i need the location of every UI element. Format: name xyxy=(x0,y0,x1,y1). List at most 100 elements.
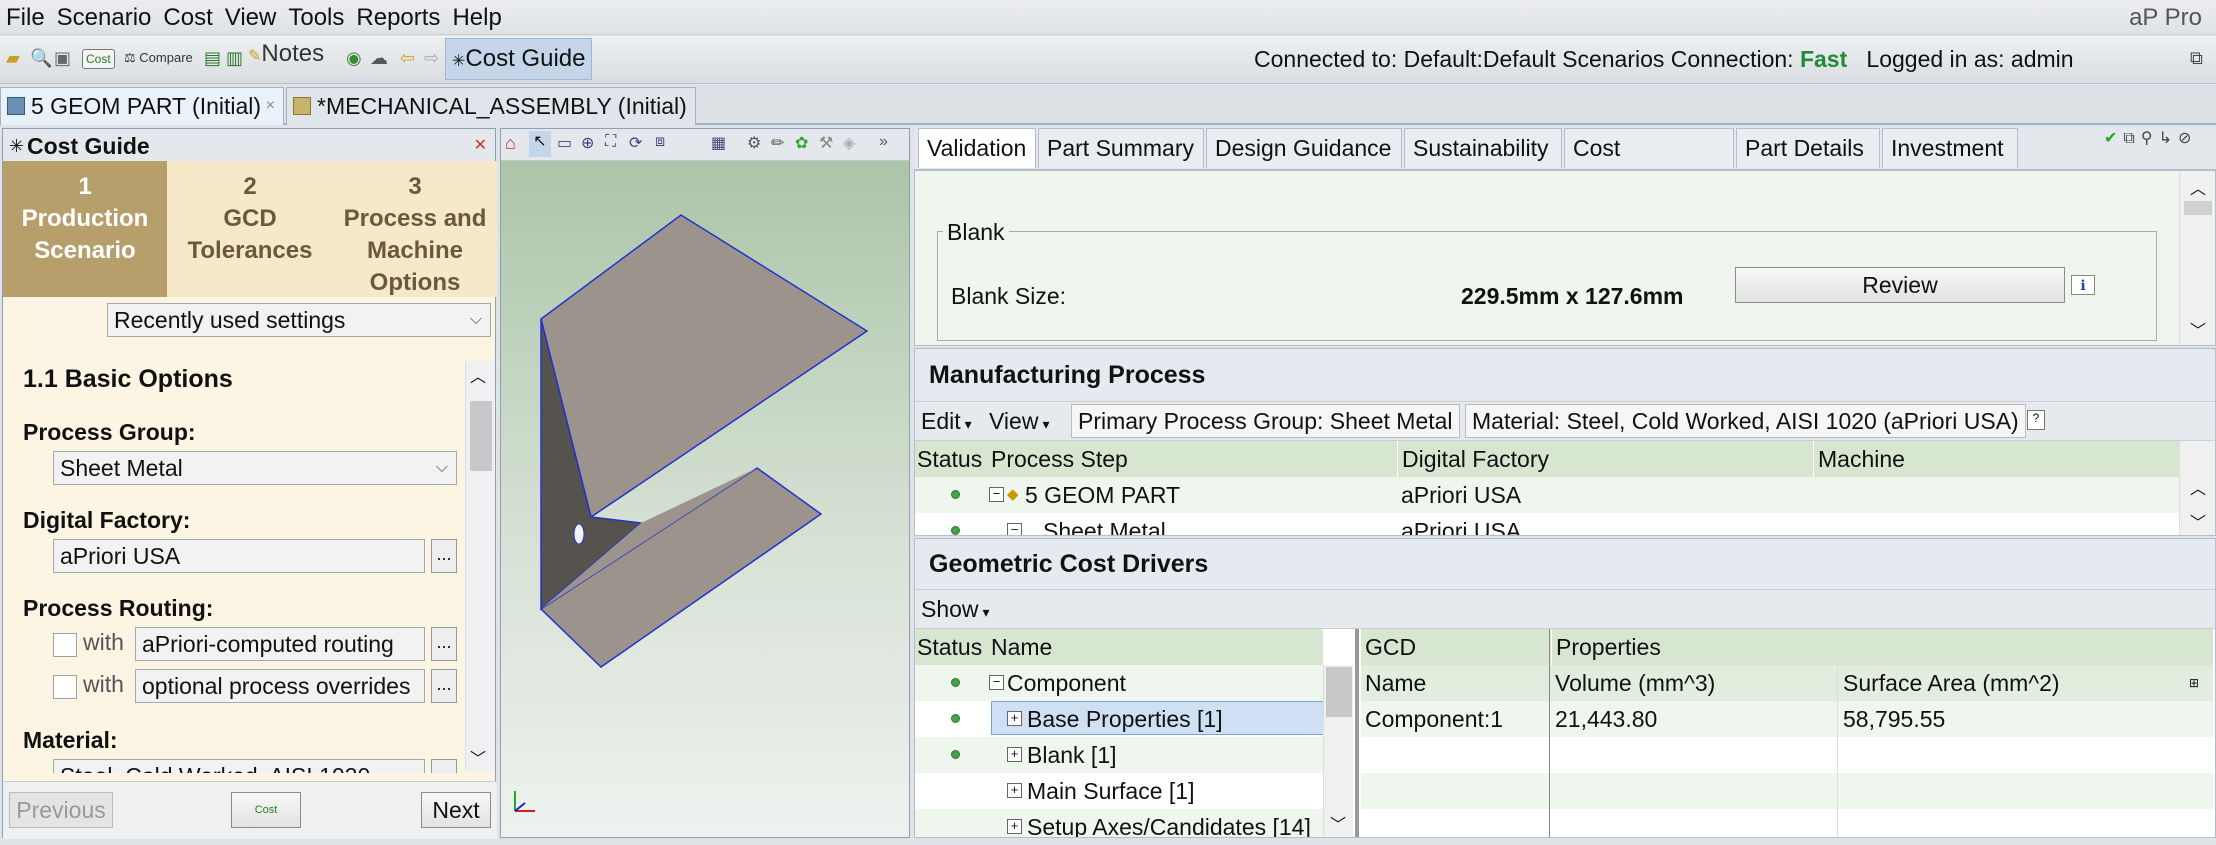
column-name[interactable]: Name xyxy=(1365,665,1426,701)
scroll-up-icon[interactable]: ︿ xyxy=(2190,175,2206,199)
view-menu[interactable]: View ▾ xyxy=(989,404,1049,441)
edit-menu[interactable]: Edit ▾ xyxy=(921,404,972,441)
collapse-icon[interactable]: − xyxy=(989,487,1004,502)
tab-mechanical-assembly[interactable]: *MECHANICAL_ASSEMBLY (Initial) xyxy=(286,87,696,125)
column-status[interactable]: Status xyxy=(917,441,982,477)
menu-help[interactable]: Help xyxy=(446,0,507,35)
measure-icon[interactable]: ✏ xyxy=(771,133,784,153)
table-row[interactable]: − ◆ 5 GEOM PART aPriori USA xyxy=(915,477,2179,513)
tab-design-guidance[interactable]: Design Guidance xyxy=(1206,128,1402,168)
overrides-browse-button[interactable]: ... xyxy=(431,669,457,703)
scroll-down-icon[interactable]: ﹀ xyxy=(1330,811,1346,835)
tab-sustainability[interactable]: Sustainability xyxy=(1404,128,1562,168)
report-icon[interactable]: ▤ xyxy=(204,46,221,70)
routing-field[interactable]: aPriori-computed routing xyxy=(135,627,425,661)
save-icon[interactable]: ▣ xyxy=(54,46,71,70)
material-field[interactable]: Steel, Cold Worked, AISI 1020 xyxy=(53,759,425,773)
material-selector[interactable]: Material: Steel, Cold Worked, AISI 1020 … xyxy=(1465,404,2026,438)
scroll-thumb[interactable] xyxy=(470,401,492,471)
check-icon[interactable]: ✔ xyxy=(2104,130,2123,147)
forward-arrow-icon[interactable]: ⇨ xyxy=(424,46,439,70)
column-process-step[interactable]: Process Step xyxy=(991,441,1128,477)
material-info-icon[interactable]: ? xyxy=(2027,410,2045,430)
fit-icon[interactable]: ⛶ xyxy=(605,133,616,151)
gcd-tree-scrollbar[interactable]: ﹀ xyxy=(1323,665,1353,837)
scroll-thumb[interactable] xyxy=(1326,667,1352,717)
step-process-machine[interactable]: 3 Process and Machine Options xyxy=(333,161,497,297)
manufacturing-scrollbar[interactable]: ︿ ﹀ xyxy=(2179,441,2215,535)
chart-icon[interactable]: ▥ xyxy=(226,46,243,70)
tool-icon[interactable]: ⚒ xyxy=(819,133,833,153)
column-name[interactable]: Name xyxy=(991,629,1052,665)
scroll-down-icon[interactable]: ﹀ xyxy=(470,745,486,769)
expand-icon[interactable]: + xyxy=(1007,819,1022,834)
column-digital-factory[interactable]: Digital Factory xyxy=(1397,441,1549,477)
material-browse-button[interactable]: ... xyxy=(431,759,457,773)
tab-cost-summary[interactable]: Cost Summary xyxy=(1564,128,1734,199)
info-icon[interactable]: ℹ xyxy=(2071,275,2095,295)
restore-icon[interactable]: ⧉ xyxy=(2123,130,2140,147)
search-icon[interactable]: 🔍 xyxy=(30,46,52,70)
primary-process-group[interactable]: Primary Process Group: Sheet Metal xyxy=(1071,404,1460,438)
pin-icon[interactable]: ⚲ xyxy=(2141,130,2159,147)
next-button[interactable]: Next xyxy=(421,792,491,828)
close-icon[interactable]: × xyxy=(266,88,275,124)
splitter[interactable] xyxy=(1355,629,1359,837)
step-production-scenario[interactable]: 1 Production Scenario xyxy=(3,161,167,297)
previous-button[interactable]: Previous xyxy=(9,792,113,828)
notes-button[interactable]: ✎Notes xyxy=(248,42,324,66)
scroll-down-icon[interactable]: ﹀ xyxy=(2190,509,2206,533)
rotate-icon[interactable]: ⟳ xyxy=(629,133,642,153)
display-icon[interactable]: ▦ xyxy=(711,133,726,153)
tab-validation[interactable]: Validation xyxy=(918,128,1036,168)
tree-row[interactable]: + Main Surface [1] xyxy=(915,773,1323,809)
scroll-down-icon[interactable]: ﹀ xyxy=(2190,317,2206,341)
collapse-icon[interactable]: − xyxy=(1007,523,1022,535)
section-icon[interactable]: ⚙ xyxy=(747,133,761,153)
view-orient-icon[interactable]: ⧈ xyxy=(655,133,665,151)
home-icon[interactable]: ⌂ xyxy=(505,133,516,154)
expand-icon[interactable]: + xyxy=(1007,711,1022,726)
column-status[interactable]: Status xyxy=(917,629,982,665)
column-properties[interactable]: Properties xyxy=(1551,629,1661,665)
select-icon[interactable]: ↖ xyxy=(529,131,551,157)
expand-icon[interactable]: + xyxy=(1007,783,1022,798)
hide-icon[interactable]: ◈ xyxy=(843,133,855,153)
cost-button[interactable]: Cost xyxy=(82,49,115,69)
menu-scenario[interactable]: Scenario xyxy=(51,0,158,35)
digital-factory-browse-button[interactable]: ... xyxy=(431,539,457,573)
cost-guide-scrollbar[interactable]: ︿ ﹀ xyxy=(465,361,495,771)
open-icon[interactable]: ▰ xyxy=(6,46,20,70)
column-machine[interactable]: Machine xyxy=(1813,441,1905,477)
maximize-icon[interactable]: ⊘ xyxy=(2178,130,2197,147)
zoom-icon[interactable]: ⊕ xyxy=(581,133,594,153)
tree-row[interactable]: + Setup Axes/Candidates [14] xyxy=(915,809,1323,837)
column-surface-area[interactable]: Surface Area (mm^2) xyxy=(1839,665,2060,701)
compare-button[interactable]: ⚖ Compare xyxy=(124,46,193,70)
minimize-icon[interactable]: ↳ xyxy=(2159,130,2178,147)
overrides-checkbox[interactable] xyxy=(53,675,77,699)
viewport-3d[interactable]: ⌂ ↖ ▭ ⊕ ⛶ ⟳ ⧈ ▦ ⚙ ✏ ✿ ⚒ ◈ » xyxy=(500,128,910,838)
menu-reports[interactable]: Reports xyxy=(350,0,446,35)
routing-browse-button[interactable]: ... xyxy=(431,627,457,661)
expand-icon[interactable]: + xyxy=(1007,747,1022,762)
tab-5-geom-part[interactable]: 5 GEOM PART (Initial) × xyxy=(0,87,284,125)
menu-file[interactable]: File xyxy=(0,0,51,35)
digital-factory-field[interactable]: aPriori USA xyxy=(53,539,425,573)
cost-button[interactable]: Cost xyxy=(231,792,301,828)
cloud-icon[interactable]: ☁ xyxy=(370,46,388,70)
menu-tools[interactable]: Tools xyxy=(282,0,350,35)
menu-view[interactable]: View xyxy=(219,0,283,35)
validation-scrollbar[interactable]: ︿ ﹀ xyxy=(2179,171,2215,345)
menu-cost[interactable]: Cost xyxy=(157,0,218,35)
column-volume[interactable]: Volume (mm^3) xyxy=(1551,665,1715,701)
tree-row[interactable]: − Component xyxy=(915,665,1323,701)
tree-row[interactable]: + Base Properties [1] xyxy=(915,701,1323,737)
tab-investment[interactable]: Investment xyxy=(1882,128,2018,168)
overrides-field[interactable]: optional process overrides xyxy=(135,669,425,703)
process-group-select[interactable]: Sheet Metal ⌵ xyxy=(53,451,457,485)
collapse-icon[interactable]: − xyxy=(989,675,1004,690)
settings-select[interactable]: Recently used settings ⌵ xyxy=(107,303,491,337)
tab-part-details[interactable]: Part Details xyxy=(1736,128,1880,168)
column-chooser-icon[interactable]: ⊞ xyxy=(2189,665,2199,701)
